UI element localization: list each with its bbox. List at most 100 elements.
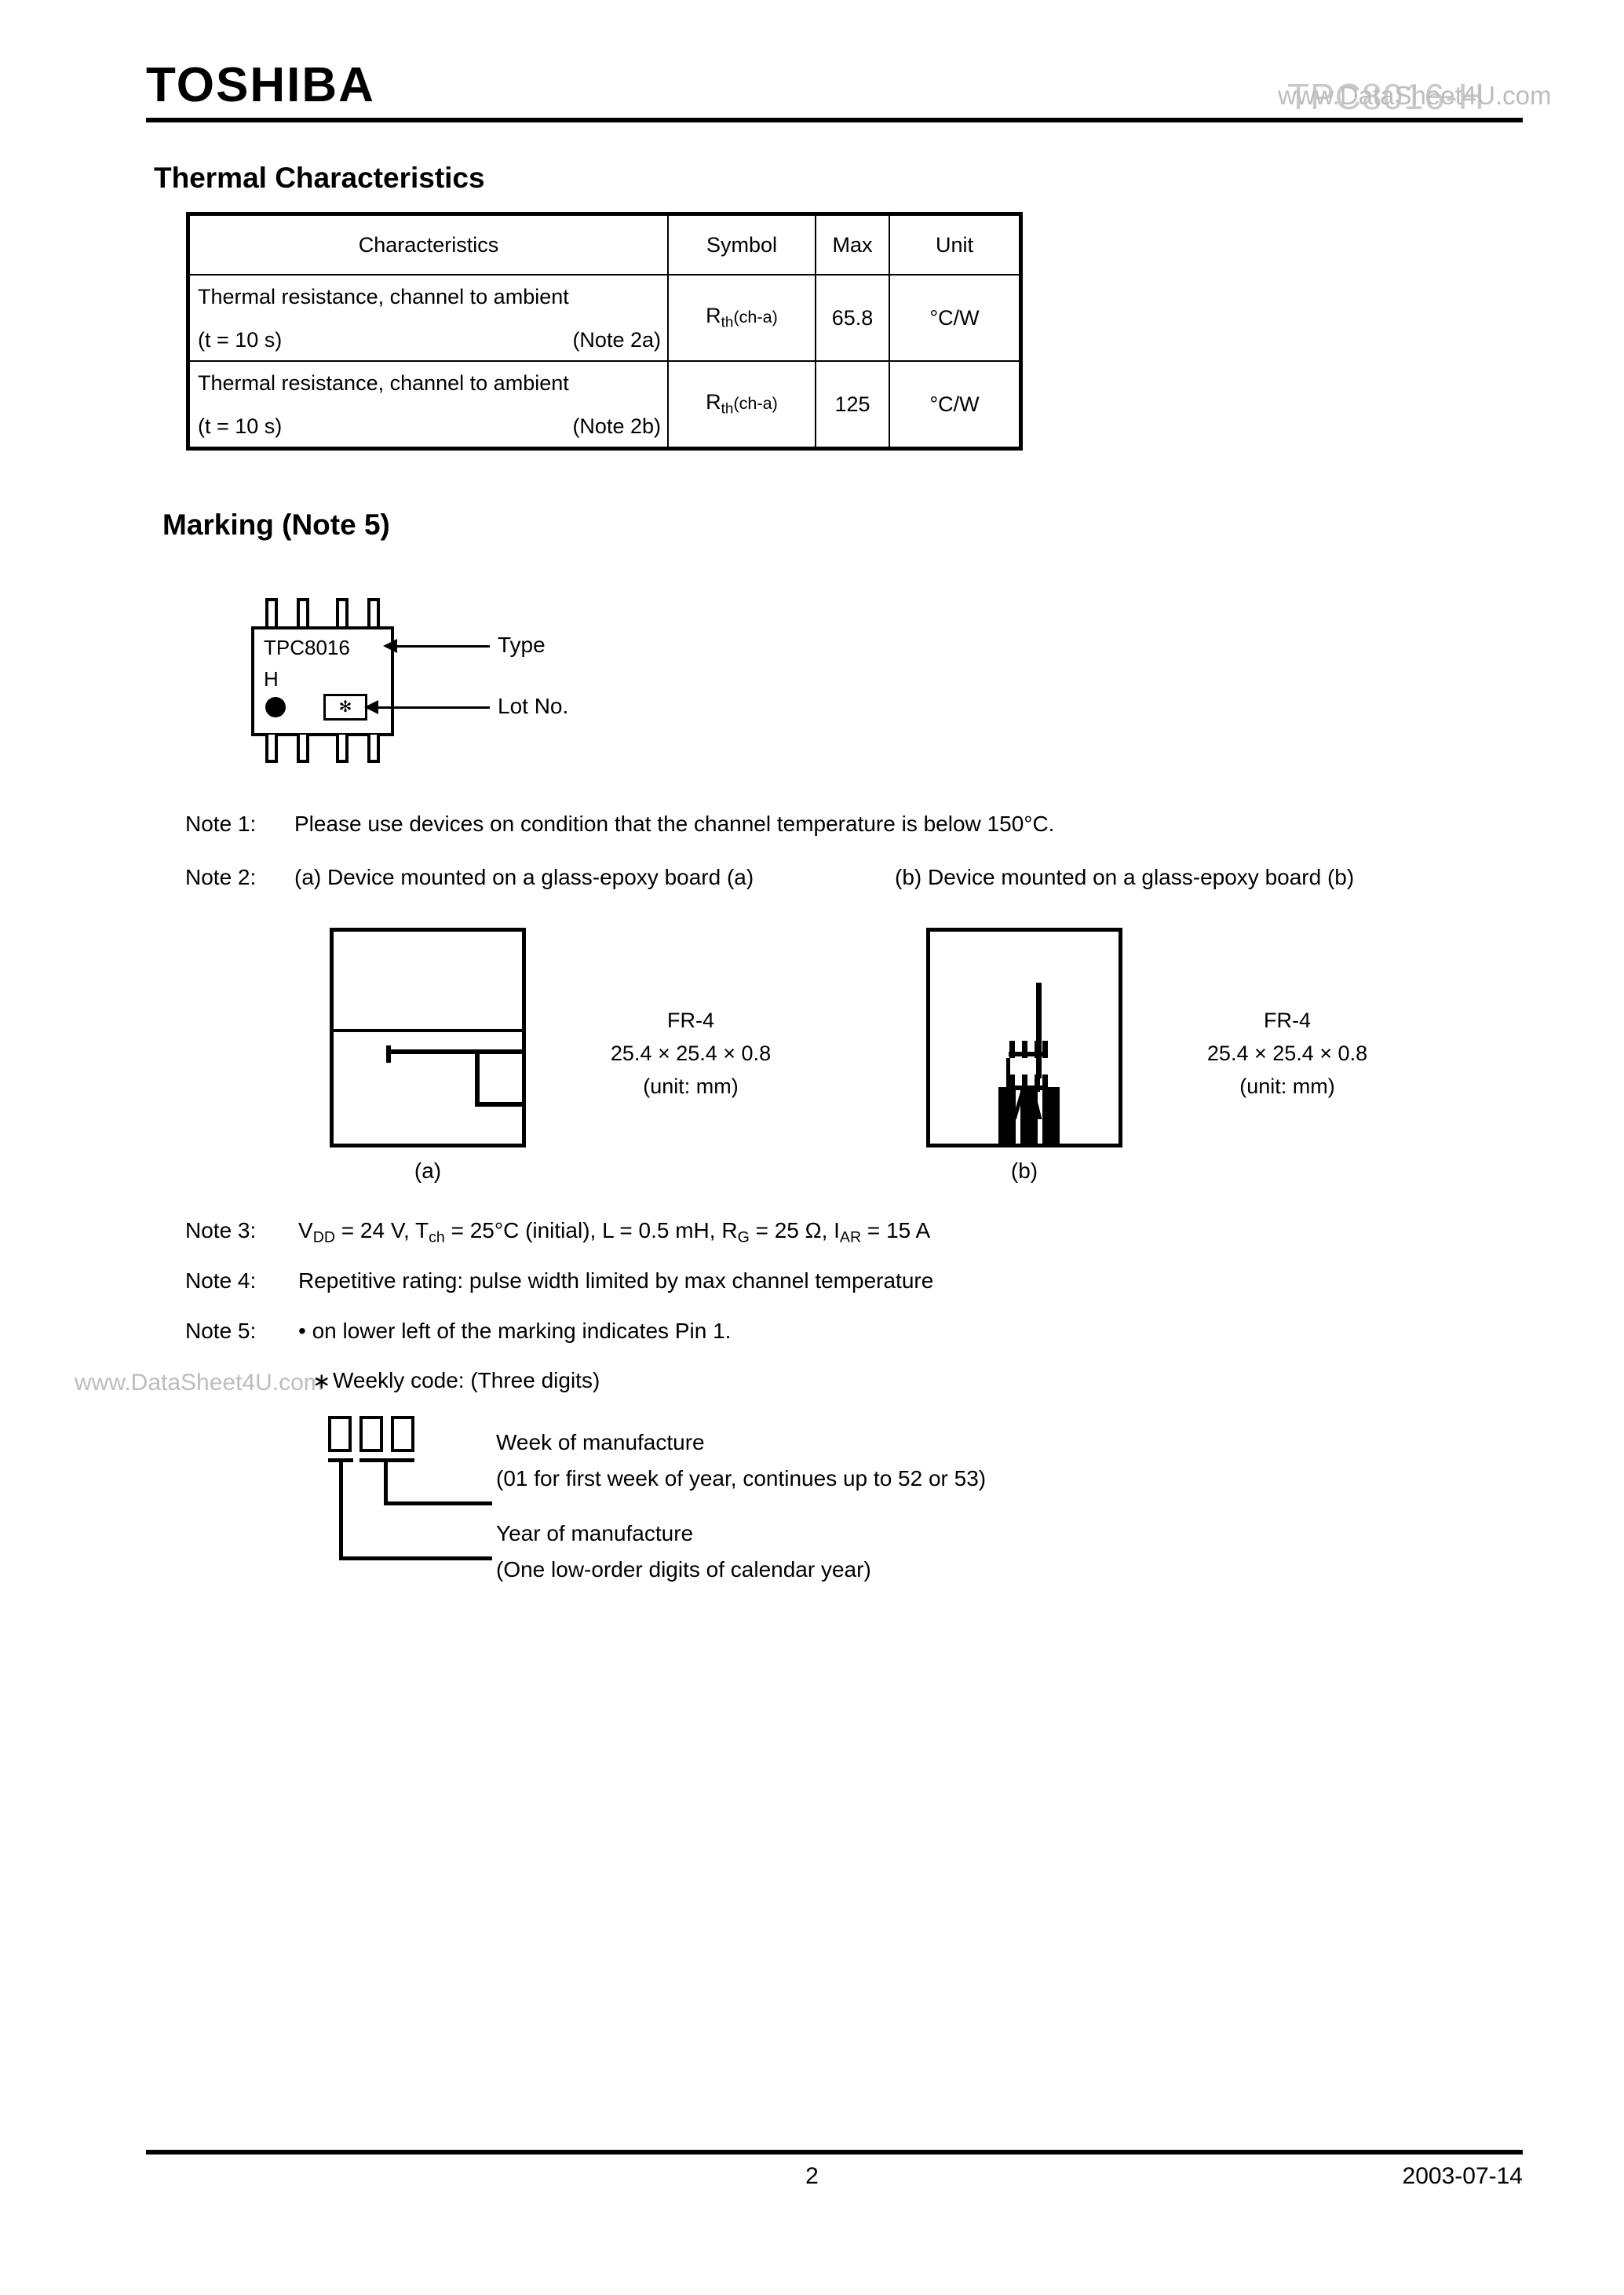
note3-iar-subscript: AR xyxy=(839,1228,862,1246)
section-heading-thermal: Thermal Characteristics xyxy=(154,162,485,194)
symbol-qualifier: (ch-a) xyxy=(733,307,778,327)
board-a-unit-note: (unit: mm) xyxy=(643,1074,739,1098)
weekly-code-box-2 xyxy=(359,1416,383,1452)
note3-tch-value: = 25°C (initial), L = 0.5 mH, xyxy=(444,1218,722,1242)
board-a-trace-horizontal xyxy=(386,1049,526,1054)
column-header-unit: Unit xyxy=(889,212,1023,275)
weekly-code-box-1 xyxy=(328,1416,352,1452)
board-b-unit-note: (unit: mm) xyxy=(1239,1074,1335,1098)
package-pin-top-3 xyxy=(336,598,349,626)
board-a-spec: FR-4 25.4 × 25.4 × 0.8 (unit: mm) xyxy=(549,1005,832,1104)
package-pin-top-2 xyxy=(297,598,309,626)
callout-label-type: Type xyxy=(498,633,546,657)
cell-max: 65.8 xyxy=(815,274,890,362)
lot-number-box: ✻ xyxy=(323,694,367,721)
note5-label: Note 5: xyxy=(185,1319,257,1343)
year-of-manufacture-detail: (One low-order digits of calendar year) xyxy=(496,1557,871,1582)
package-pin-bottom-1 xyxy=(265,735,278,763)
note3-iar-value: = 15 A xyxy=(861,1218,931,1242)
note5-text: • on lower left of the marking indicates… xyxy=(298,1319,732,1343)
board-b-spec: FR-4 25.4 × 25.4 × 0.8 (unit: mm) xyxy=(1146,1005,1429,1104)
note3-rg-value: = 25 Ω, xyxy=(749,1218,834,1242)
weekly-code-week-drop xyxy=(384,1458,388,1505)
lot-callout-line xyxy=(378,706,490,709)
header-rule xyxy=(146,118,1523,122)
note3-vdd-subscript: DD xyxy=(312,1228,335,1246)
board-b-upper-lead-4 xyxy=(1042,1041,1048,1058)
package-type-marking: TPC8016 xyxy=(264,636,350,659)
note3-tch-subscript: ch xyxy=(429,1228,445,1246)
week-of-manufacture-detail: (01 for first week of year, continues up… xyxy=(496,1466,987,1490)
package-pin-bottom-3 xyxy=(336,735,349,763)
board-b-dimensions: 25.4 × 25.4 × 0.8 xyxy=(1206,1041,1368,1065)
table-row: Thermal resistance, channel to ambient (… xyxy=(186,360,1023,451)
cell-unit: °C/W xyxy=(889,360,1023,451)
board-b-upper-lead-2 xyxy=(1022,1041,1027,1058)
note1-text: Please use devices on condition that the… xyxy=(294,812,1055,836)
section-heading-marking: Marking (Note 5) xyxy=(162,509,390,541)
characteristic-note-ref: (Note 2b) xyxy=(572,414,661,438)
cell-max: 125 xyxy=(815,360,890,451)
table-row: Thermal resistance, channel to ambient (… xyxy=(186,274,1023,362)
type-callout-arrow xyxy=(383,639,397,653)
note4-text: Repetitive rating: pulse width limited b… xyxy=(298,1268,934,1293)
symbol-qualifier: (ch-a) xyxy=(733,393,778,414)
note3-vdd-value: = 24 V, xyxy=(335,1218,415,1242)
note3-iar-symbol: I xyxy=(834,1218,840,1242)
board-a-divider xyxy=(330,1029,526,1032)
weekly-code-year-lead xyxy=(339,1556,492,1560)
weekly-code-year-drop xyxy=(339,1458,343,1560)
cell-characteristic: Thermal resistance, channel to ambient (… xyxy=(186,360,669,451)
year-of-manufacture-label: Year of manufacture xyxy=(496,1521,694,1545)
note4-label: Note 4: xyxy=(185,1268,257,1293)
column-header-characteristics: Characteristics xyxy=(186,212,669,275)
type-callout-line xyxy=(397,645,490,648)
note1-label: Note 1: xyxy=(185,812,257,836)
table-header-row: Characteristics Symbol Max Unit xyxy=(186,212,1023,275)
package-suffix-marking: H xyxy=(264,667,279,691)
board-a-dimensions: 25.4 × 25.4 × 0.8 xyxy=(610,1041,772,1065)
note2b-text: (b) Device mounted on a glass-epoxy boar… xyxy=(895,865,1355,889)
characteristic-line1: Thermal resistance, channel to ambient xyxy=(198,285,569,308)
board-b-caption: (b) xyxy=(1010,1158,1038,1183)
package-pin-bottom-2 xyxy=(297,735,309,763)
weekly-code-title: Weekly code: (Three digits) xyxy=(333,1368,600,1392)
board-a-caption: (a) xyxy=(414,1158,442,1183)
board-a-trace-bottom xyxy=(475,1102,526,1107)
note3-tch-symbol: T xyxy=(415,1218,429,1242)
note2-label: Note 2: xyxy=(185,865,257,889)
package-pin-top-4 xyxy=(367,598,380,626)
callout-label-lot: Lot No. xyxy=(498,694,569,718)
package-marking-diagram: TPC8016 H ✻ Type Lot No. xyxy=(248,595,719,783)
characteristic-line2: (t = 10 s) xyxy=(198,328,283,352)
board-b-pad-1 xyxy=(998,1087,1016,1148)
characteristic-line2: (t = 10 s) xyxy=(198,414,283,438)
weekly-code-asterisk: ∗ xyxy=(312,1369,331,1393)
package-pin-bottom-4 xyxy=(367,735,380,763)
column-header-max: Max xyxy=(815,212,890,275)
note2a-text: (a) Device mounted on a glass-epoxy boar… xyxy=(294,865,754,889)
note3-label: Note 3: xyxy=(185,1218,257,1242)
board-b-upper-lead-1 xyxy=(1009,1041,1015,1058)
column-header-symbol: Symbol xyxy=(667,212,816,275)
datasheet-page: TOSHIBA TPC8016-H www.DataSheet4U.com Th… xyxy=(0,0,1624,2295)
week-of-manufacture-label: Week of manufacture xyxy=(496,1430,705,1454)
board-b-material: FR-4 xyxy=(1264,1009,1311,1032)
footer-page-number: 2 xyxy=(805,2163,819,2189)
weekly-code-box-3 xyxy=(391,1416,414,1452)
footer-rule xyxy=(146,2150,1523,2155)
board-b-pad-2 xyxy=(1020,1087,1038,1148)
board-diagram-a xyxy=(330,928,526,1148)
footer-date: 2003-07-14 xyxy=(1402,2163,1523,2189)
watermark-middle: www.DataSheet4U.com xyxy=(75,1370,323,1396)
thermal-characteristics-table: Characteristics Symbol Max Unit Thermal … xyxy=(186,212,1023,451)
lot-callout-arrow xyxy=(364,700,378,714)
cell-characteristic: Thermal resistance, channel to ambient (… xyxy=(186,274,669,362)
note3-rg-symbol: R xyxy=(721,1218,738,1242)
board-a-trace-vertical xyxy=(475,1049,480,1106)
characteristic-line1: Thermal resistance, channel to ambient xyxy=(198,371,569,395)
weekly-code-week-lead xyxy=(384,1501,492,1505)
watermark-top: www.DataSheet4U.com xyxy=(1278,81,1552,110)
symbol-main: R xyxy=(706,390,721,414)
note3-text: VDD = 24 V, Tch = 25°C (initial), L = 0.… xyxy=(298,1218,930,1246)
